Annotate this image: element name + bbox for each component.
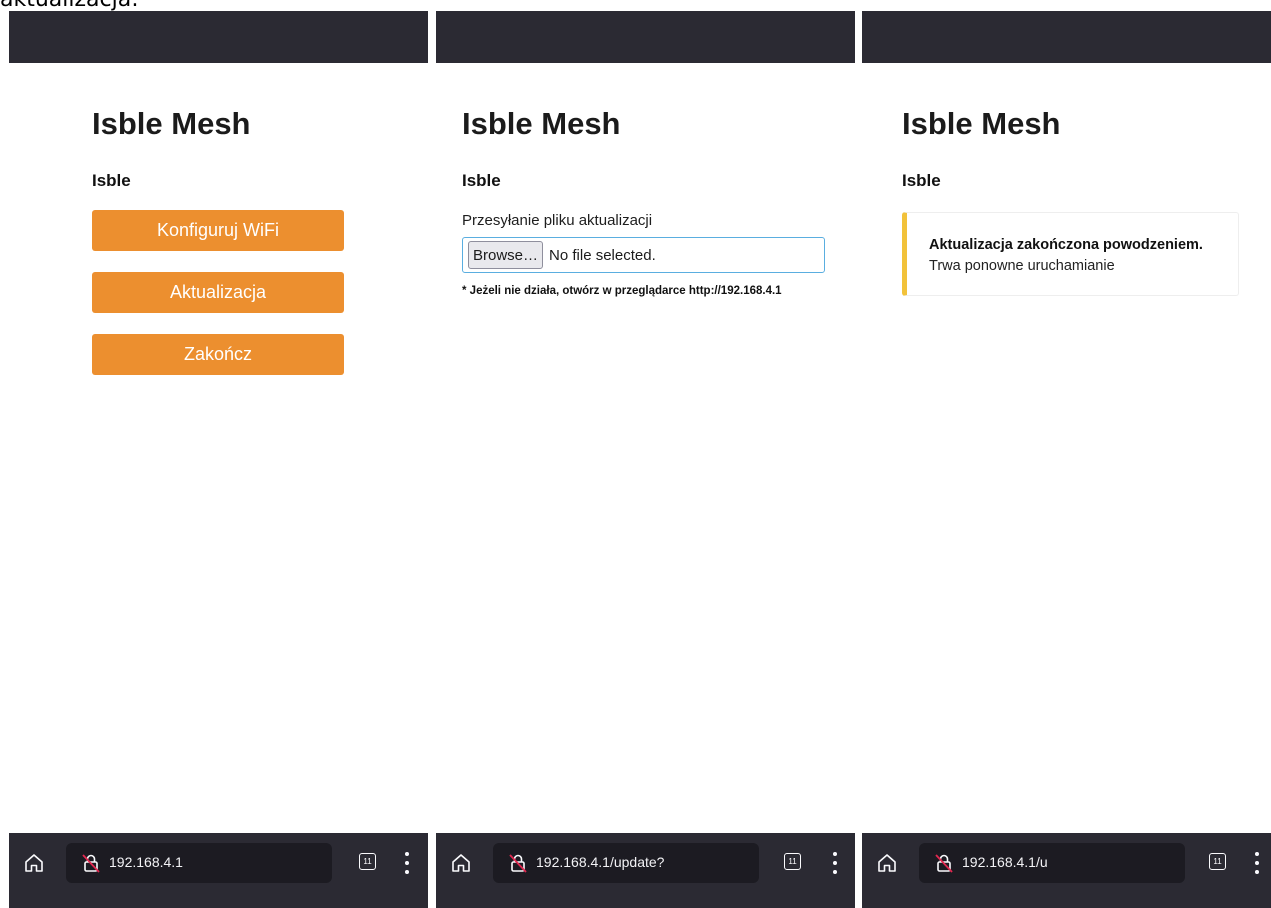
file-input[interactable]: Browse… No file selected.: [462, 237, 825, 273]
kebab-menu-icon[interactable]: [832, 852, 838, 874]
screen-update-success: Isble Mesh Isble Aktualizacja zakończona…: [862, 11, 1271, 908]
browser-toolbar: 192.168.4.1/u 11: [862, 833, 1271, 908]
tabs-counter-icon[interactable]: 11: [784, 853, 801, 870]
configure-wifi-button[interactable]: Konfiguruj WiFi: [92, 210, 344, 251]
browser-toolbar: 192.168.4.1 11: [9, 833, 428, 908]
page-subtitle: Isble: [92, 171, 131, 190]
fallback-note: * Jeżeli nie działa, otwórz w przeglądar…: [462, 285, 782, 297]
url-text: 192.168.4.1: [109, 854, 183, 870]
update-button[interactable]: Aktualizacja: [92, 272, 344, 313]
success-alert: Aktualizacja zakończona powodzeniem. Trw…: [902, 212, 1239, 296]
url-bar[interactable]: 192.168.4.1/u: [919, 843, 1185, 883]
home-icon[interactable]: [23, 852, 45, 874]
file-status: No file selected.: [549, 246, 656, 264]
insecure-lock-icon[interactable]: [933, 852, 955, 874]
browse-button[interactable]: Browse…: [468, 241, 544, 269]
screen-menu: Isble Mesh Isble Konfiguruj WiFi Aktuali…: [9, 11, 428, 908]
alert-title: Aktualizacja zakończona powodzeniem.: [929, 237, 1203, 253]
screenshot-caption: aktualizacja:: [0, 0, 139, 12]
alert-message: Trwa ponowne uruchamianie: [929, 258, 1115, 274]
tabs-counter-icon[interactable]: 11: [1209, 853, 1226, 870]
status-bar: [436, 11, 855, 63]
tabs-counter-icon[interactable]: 11: [359, 853, 376, 870]
browser-toolbar: 192.168.4.1/update? 11: [436, 833, 855, 908]
url-text: 192.168.4.1/u: [962, 854, 1048, 870]
kebab-menu-icon[interactable]: [1254, 852, 1260, 874]
upload-label: Przesyłanie pliku aktualizacji: [462, 212, 653, 229]
screen-update-upload: Isble Mesh Isble Przesyłanie pliku aktua…: [436, 11, 855, 908]
insecure-lock-icon[interactable]: [80, 852, 102, 874]
home-icon[interactable]: [876, 852, 898, 874]
home-icon[interactable]: [450, 852, 472, 874]
url-bar[interactable]: 192.168.4.1/update?: [493, 843, 759, 883]
status-bar: [9, 11, 428, 63]
url-bar[interactable]: 192.168.4.1: [66, 843, 332, 883]
page-subtitle: Isble: [462, 171, 501, 190]
status-bar: [862, 11, 1271, 63]
page-subtitle: Isble: [902, 171, 941, 190]
page-title: Isble Mesh: [902, 106, 1061, 141]
url-text: 192.168.4.1/update?: [536, 854, 665, 870]
page-title: Isble Mesh: [92, 106, 251, 141]
exit-button[interactable]: Zakończ: [92, 334, 344, 375]
kebab-menu-icon[interactable]: [404, 852, 410, 874]
page-title: Isble Mesh: [462, 106, 621, 141]
insecure-lock-icon[interactable]: [507, 852, 529, 874]
